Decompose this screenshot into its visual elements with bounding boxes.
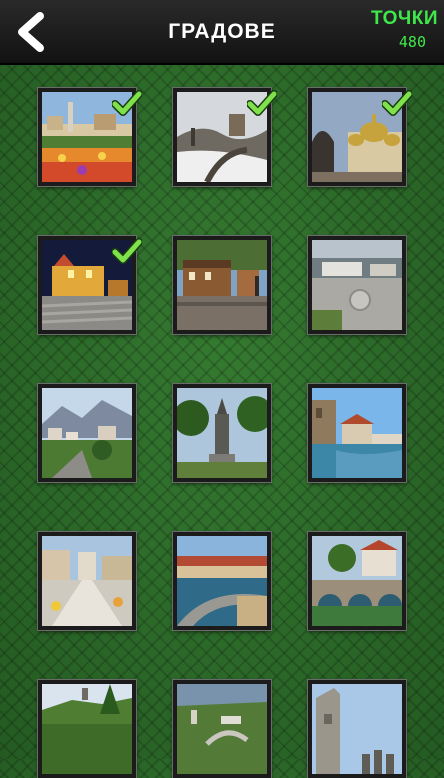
city-photo xyxy=(177,388,267,478)
city-tile[interactable] xyxy=(172,679,272,778)
city-tile[interactable] xyxy=(37,383,137,483)
city-tile[interactable] xyxy=(307,235,407,335)
city-photo xyxy=(177,240,267,330)
solved-check-icon xyxy=(112,90,142,116)
city-photo xyxy=(312,536,402,626)
city-tile[interactable] xyxy=(307,531,407,631)
city-photo xyxy=(312,388,402,478)
city-photo xyxy=(312,684,402,774)
city-photo xyxy=(42,536,132,626)
city-photo xyxy=(42,388,132,478)
solved-check-icon xyxy=(247,90,277,116)
city-tile[interactable] xyxy=(172,531,272,631)
city-grid xyxy=(0,0,444,778)
city-photo xyxy=(312,240,402,330)
city-tile[interactable] xyxy=(172,383,272,483)
city-tile[interactable] xyxy=(307,383,407,483)
city-photo xyxy=(177,536,267,626)
city-tile[interactable] xyxy=(172,235,272,335)
city-photo xyxy=(42,684,132,774)
city-photo xyxy=(177,684,267,774)
solved-check-icon xyxy=(112,238,142,264)
city-tile[interactable] xyxy=(37,679,137,778)
city-tile[interactable] xyxy=(307,679,407,778)
solved-check-icon xyxy=(382,90,412,116)
city-tile[interactable] xyxy=(37,531,137,631)
